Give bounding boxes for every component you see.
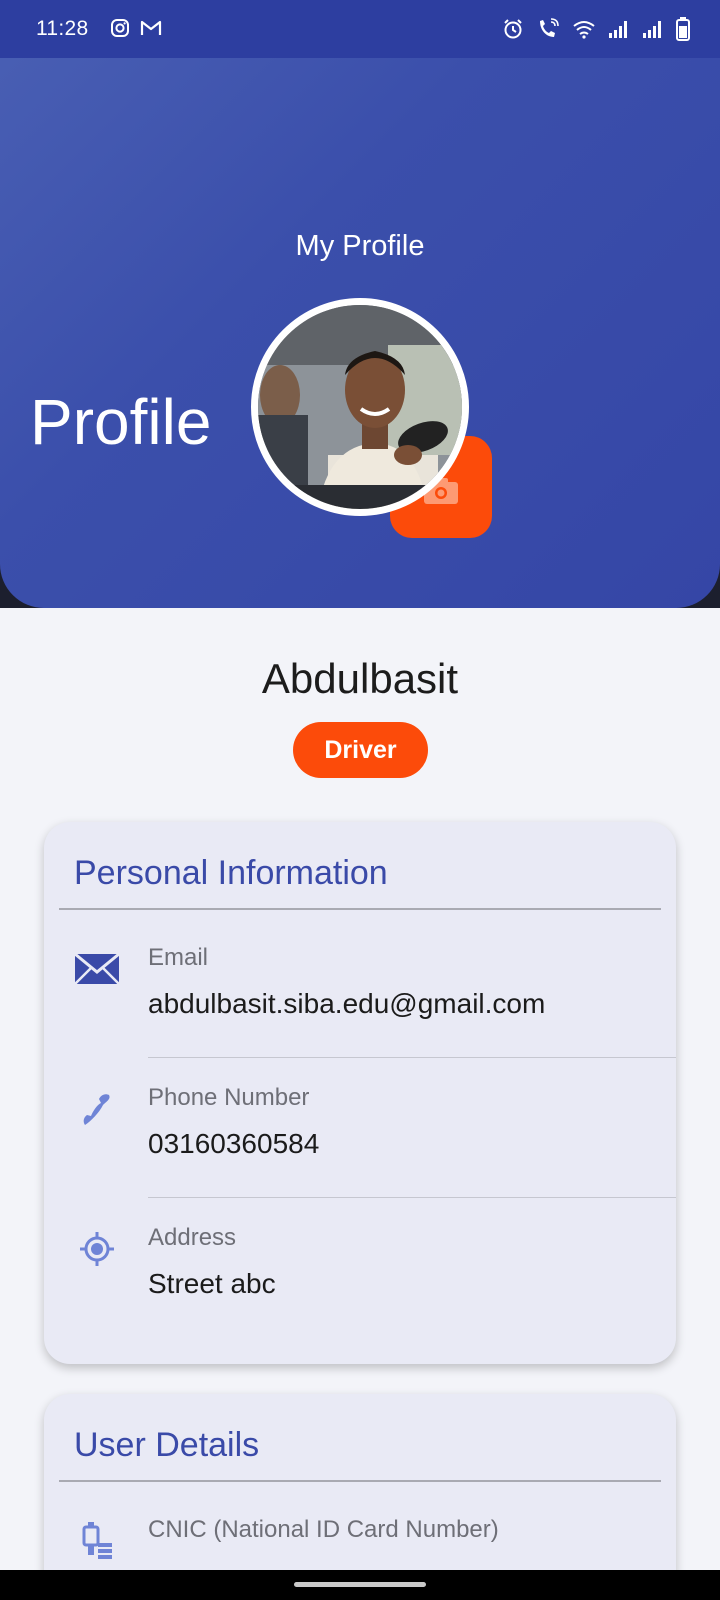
battery-icon — [676, 17, 690, 41]
user-details-title: User Details — [74, 1426, 260, 1464]
signal-icon — [642, 19, 664, 39]
personal-info-title: Personal Information — [74, 854, 388, 892]
alarm-icon — [502, 18, 524, 40]
info-row-email[interactable]: Email abdulbasit.siba.edu@gmail.com — [44, 918, 676, 1058]
status-bar: 11:28 — [0, 0, 720, 58]
home-gesture-handle[interactable] — [294, 1582, 426, 1587]
wifi-call-icon — [536, 18, 560, 40]
phone-value: 03160360584 — [148, 1128, 320, 1159]
profile-header: 11:28 My Profile Profile — [0, 0, 720, 608]
id-card-icon — [72, 1516, 122, 1566]
phone-icon — [72, 1084, 122, 1134]
signal-icon — [608, 19, 630, 39]
location-icon — [72, 1224, 122, 1274]
email-label: Email — [148, 944, 209, 971]
address-label: Address — [148, 1224, 237, 1251]
address-value: Street abc — [148, 1268, 276, 1299]
header-profile-label: Profile — [30, 386, 212, 458]
wifi-icon — [572, 19, 596, 39]
phone-label: Phone Number — [148, 1084, 310, 1111]
card-divider — [59, 908, 661, 910]
email-icon — [72, 944, 122, 994]
status-time: 11:28 — [36, 17, 89, 40]
system-nav-bar — [0, 1570, 720, 1600]
card-divider — [59, 1480, 661, 1482]
personal-info-card: Personal Information Email abdulbasit.si… — [44, 822, 676, 1364]
cnic-label: CNIC (National ID Card Number) — [148, 1516, 499, 1543]
instagram-icon — [110, 18, 130, 38]
info-row-address[interactable]: Address Street abc — [44, 1198, 676, 1338]
email-value: abdulbasit.siba.edu@gmail.com — [148, 988, 546, 1019]
gmail-icon — [140, 18, 162, 38]
info-row-phone[interactable]: Phone Number 03160360584 — [44, 1058, 676, 1198]
page-title: My Profile — [295, 230, 425, 262]
avatar[interactable] — [251, 298, 469, 516]
role-badge: Driver — [293, 722, 428, 778]
user-name: Abdulbasit — [261, 655, 459, 702]
